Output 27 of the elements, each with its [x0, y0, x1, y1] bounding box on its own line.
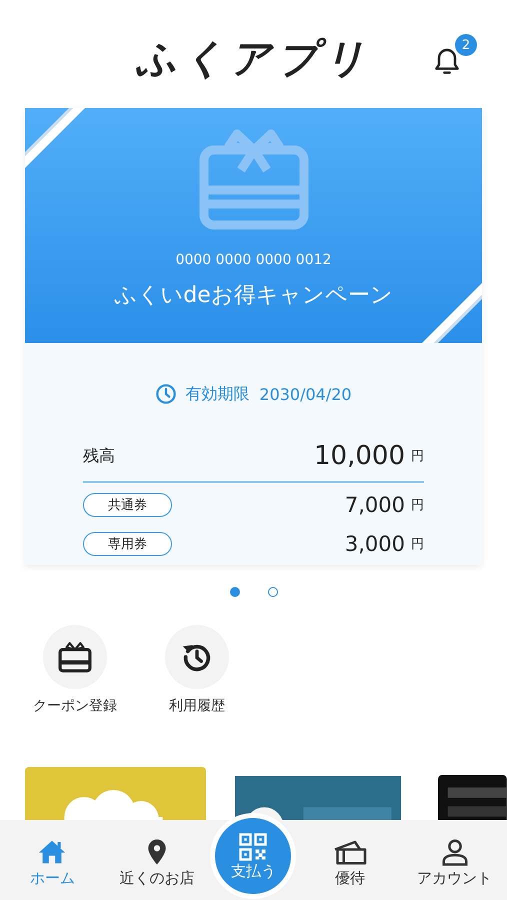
qr-code-icon	[238, 832, 268, 862]
card-number: 0000 0000 0000 0012	[176, 252, 332, 268]
currency-unit: 円	[411, 536, 424, 552]
balance-label: 残高	[83, 446, 115, 466]
person-icon	[440, 837, 470, 867]
voucher-amount: 3,000	[344, 532, 405, 556]
expiry-date: 2030/04/20	[259, 384, 352, 404]
notification-badge: 2	[455, 34, 477, 56]
currency-unit: 円	[411, 496, 424, 514]
campaign-name: ふくいdeお得キャンペーン	[114, 282, 393, 310]
expiry-label: 有効期限	[185, 384, 250, 404]
voucher-type-tag: 共通券	[83, 492, 172, 516]
tab-item[interactable]: 優待	[304, 837, 396, 888]
voucher-type-tag: 専用券	[83, 532, 172, 556]
shortcut-button[interactable]: 利用履歴	[142, 625, 252, 715]
currency-unit: 円	[411, 448, 424, 465]
balance-amount: 10,000	[314, 441, 405, 471]
app-logo: ふくアプリ	[136, 34, 371, 84]
voucher-amount: 7,000	[344, 492, 405, 516]
tab-item[interactable]: 近くのお店	[110, 837, 203, 888]
clock-icon	[155, 383, 178, 405]
corner-ribbon	[25, 108, 85, 168]
gift-card-icon	[58, 641, 92, 673]
tab-item[interactable]: アカウント	[408, 837, 501, 888]
page-dot[interactable]	[230, 587, 240, 597]
page-dot[interactable]	[268, 587, 278, 597]
shortcut-button[interactable]: クーポン登録	[20, 625, 130, 715]
